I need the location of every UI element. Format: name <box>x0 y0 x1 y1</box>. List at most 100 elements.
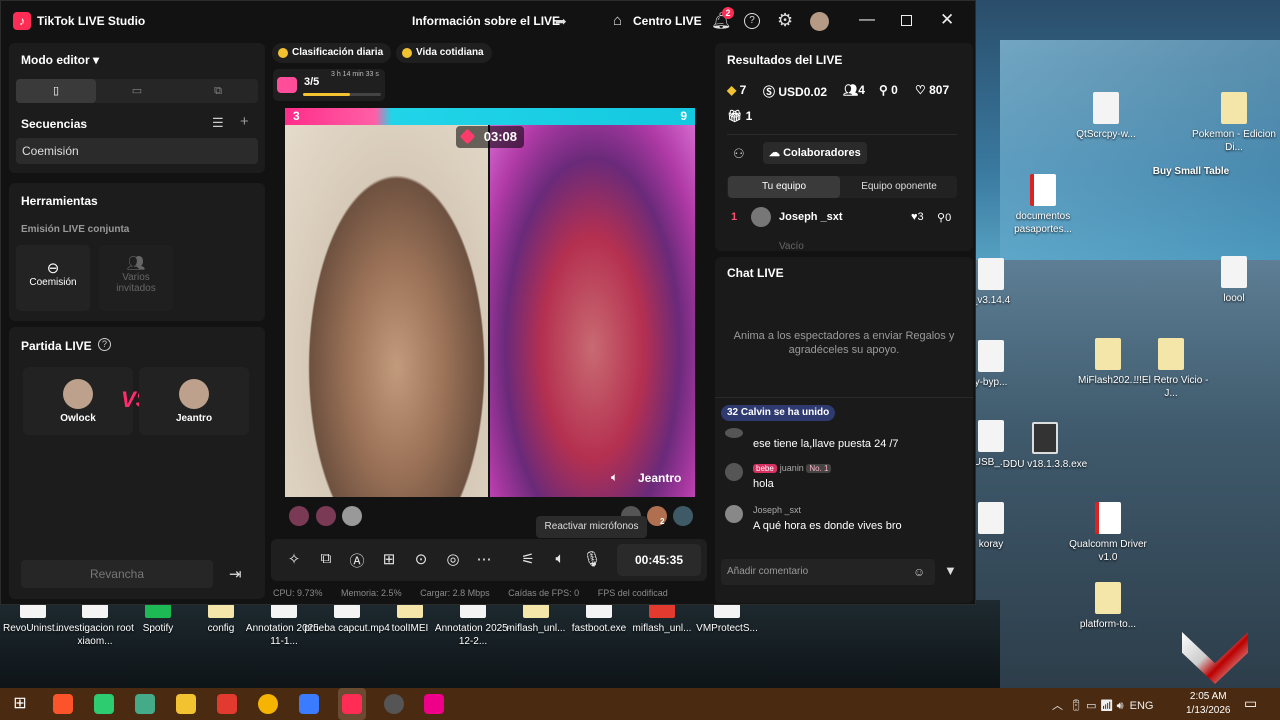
desktop-icon[interactable]: QtScrcpy-w... <box>1063 92 1149 141</box>
multi-guest-tool-button[interactable]: 👥︎ Varios invitados <box>99 245 173 311</box>
app-icon[interactable] <box>94 694 114 714</box>
emoji-icon[interactable]: ☺ <box>913 565 925 579</box>
ranking-row[interactable]: 1 Joseph _sxt ♥3 ⚲0 <box>727 207 959 229</box>
live-info-link[interactable]: Información sobre el LIVE <box>412 14 560 28</box>
desktop-icon[interactable]: !!!El Retro Vicio - J... <box>1128 338 1214 400</box>
tab-my-team[interactable]: Tu equipo <box>728 176 840 198</box>
settings-sliders-icon[interactable]: ⚟ <box>517 550 539 568</box>
chat-message[interactable]: Joseph _sxt A qué hora es donde vives br… <box>725 505 963 537</box>
desktop-icon-label: koray <box>978 539 1004 550</box>
desktop-icon[interactable]: loool <box>1191 256 1277 305</box>
player-card[interactable]: Owlock <box>23 367 133 435</box>
minimize-button[interactable]: — <box>859 11 875 29</box>
tooltip: Reactivar micrófonos <box>536 516 647 538</box>
maximize-button[interactable] <box>901 15 912 26</box>
coemision-tool-button[interactable]: ⊖ Coemisión <box>16 245 90 311</box>
desktop-icon[interactable]: Qualcomm Driver v1.0 <box>1065 502 1151 564</box>
chrome-icon[interactable] <box>258 694 278 714</box>
app-icon[interactable] <box>135 694 155 714</box>
editor-mode-dropdown[interactable]: Modo editor ▾ <box>21 53 99 67</box>
chat-message[interactable]: ese tiene la,llave puesta 24 /7 <box>725 428 963 454</box>
battle-score-bar: 3 9 <box>285 108 695 125</box>
avatar <box>751 207 771 227</box>
landscape-layout-button[interactable]: ▭ <box>97 79 177 103</box>
results-heading: Resultados del LIVE <box>727 53 843 67</box>
control-bar: ✧ ⧉ Ⓐ ⊞ ⊙ ◎ ⋯ ⚟ 🔈︎ 🎙︎ 00:45:35 <box>271 539 707 581</box>
caption-icon[interactable]: ⊞ <box>378 550 400 568</box>
chat-heading: Chat LIVE <box>727 266 784 280</box>
filter-icon[interactable]: ▼ <box>944 563 957 578</box>
app-icon[interactable] <box>299 694 319 714</box>
ai-icon[interactable]: Ⓐ <box>346 550 368 571</box>
tiktok-live-taskbar-icon[interactable] <box>338 688 366 720</box>
desktop-icon[interactable]: VMProtectS... <box>684 604 770 635</box>
player-card[interactable]: Jeantro <box>139 367 249 435</box>
volume-icon[interactable]: 🔈︎ <box>549 550 571 567</box>
list-icon[interactable]: ☰ <box>212 115 224 131</box>
supporter-avatar[interactable] <box>673 506 693 526</box>
daily-ranking-chip[interactable]: Clasificación diaria <box>272 43 392 63</box>
dual-layout-button[interactable]: ⧉ <box>178 79 258 103</box>
encoder-fps-stat: FPS del codificad <box>597 588 668 598</box>
system-tray[interactable]: ︿ 🔋︎ ▭ 📶︎ 🔊︎ ENG <box>1052 697 1154 713</box>
speaker-icon[interactable]: 🔈︎ <box>611 470 618 485</box>
help-icon[interactable]: ? <box>744 13 760 29</box>
daily-life-chip[interactable]: Vida cotidiana <box>396 43 492 63</box>
desktop-icon-label: Pokemon - Edicion Di... <box>1192 129 1276 153</box>
supporter-avatar[interactable] <box>316 506 336 526</box>
windows-start-icon[interactable]: ⊞ <box>10 694 30 714</box>
clock[interactable]: 2:05 AM 1/13/2026 <box>1186 690 1231 718</box>
share-icon[interactable]: ➦ <box>555 13 567 30</box>
trophy-icon <box>278 48 288 58</box>
sequence-item[interactable]: Coemisión <box>16 138 258 164</box>
collaborators-button[interactable]: ☁ Colaboradores <box>763 142 867 164</box>
avatar[interactable] <box>810 12 829 31</box>
more-icon[interactable]: ⋯ <box>473 550 495 568</box>
tiktok-logo-icon: ♪ <box>13 12 31 30</box>
desktop-icon[interactable]: DDU v18.1.3.8.exe <box>1002 422 1088 471</box>
help-icon[interactable]: ? <box>98 338 111 351</box>
desktop-icon-label: DDU v18.1.3.8.exe <box>1002 459 1088 470</box>
centro-live-link[interactable]: Centro LIVE <box>633 14 702 28</box>
collaborators-label: Colaboradores <box>783 147 861 159</box>
brave-browser-icon[interactable] <box>53 694 73 714</box>
rank-other: ⚲0 <box>937 212 952 224</box>
battle-icon <box>459 128 476 145</box>
home-icon[interactable]: ⌂ <box>613 12 622 29</box>
app-icon[interactable] <box>217 694 237 714</box>
tab-opponent-team[interactable]: Equipo oponente <box>843 176 955 198</box>
supporter-avatar[interactable] <box>342 506 362 526</box>
file-explorer-icon[interactable] <box>176 694 196 714</box>
live-duration: 00:45:35 <box>617 544 701 576</box>
desktop-icon-label: documentos pasaportes... <box>1014 211 1072 235</box>
screen-icon[interactable]: ⧉ <box>315 550 337 567</box>
notification-center-icon[interactable]: ▭ <box>1244 695 1257 712</box>
app-icon[interactable] <box>424 694 444 714</box>
rank-badge: No. 1 <box>806 464 832 473</box>
rematch-button[interactable]: Revancha <box>21 560 213 588</box>
close-button[interactable]: ✕ <box>940 10 954 30</box>
camera-icon[interactable]: ◎ <box>442 550 464 568</box>
chat-message[interactable]: bebe juanin No. 1 hola <box>725 463 963 495</box>
exit-icon[interactable]: ⇥ <box>229 565 242 583</box>
live-match-heading: Partida LIVE <box>21 339 92 353</box>
record-icon[interactable]: ⊙ <box>410 550 432 568</box>
collaborator-icon[interactable]: ⚇ <box>733 146 745 162</box>
player-name: Owlock <box>60 413 96 424</box>
heart-icon: ♡ <box>915 83 926 97</box>
comment-input[interactable]: Añadir comentario <box>721 559 935 585</box>
gear-icon[interactable]: ⚙ <box>777 10 793 31</box>
portrait-layout-button[interactable]: ▯ <box>16 79 96 103</box>
gift-icon: 🎁︎ <box>727 109 743 123</box>
desktop-icon[interactable]: Pokemon - Edicion Di... <box>1191 92 1277 154</box>
gift-goal[interactable]: 3/5 3 h 14 min 33 s <box>273 69 385 101</box>
effects-icon[interactable]: ✧ <box>283 550 305 568</box>
desktop-icon-label: toolIMEI <box>391 623 429 634</box>
mic-muted-icon[interactable]: 🎙︎ <box>581 550 603 568</box>
desktop-icon[interactable]: platform-to... <box>1065 582 1151 631</box>
add-icon[interactable]: + <box>240 113 249 130</box>
desktop-icon[interactable]: documentos pasaportes... <box>1000 174 1086 236</box>
score-left: 3 <box>293 109 300 123</box>
supporter-avatar[interactable] <box>289 506 309 526</box>
app-icon[interactable] <box>384 694 404 714</box>
